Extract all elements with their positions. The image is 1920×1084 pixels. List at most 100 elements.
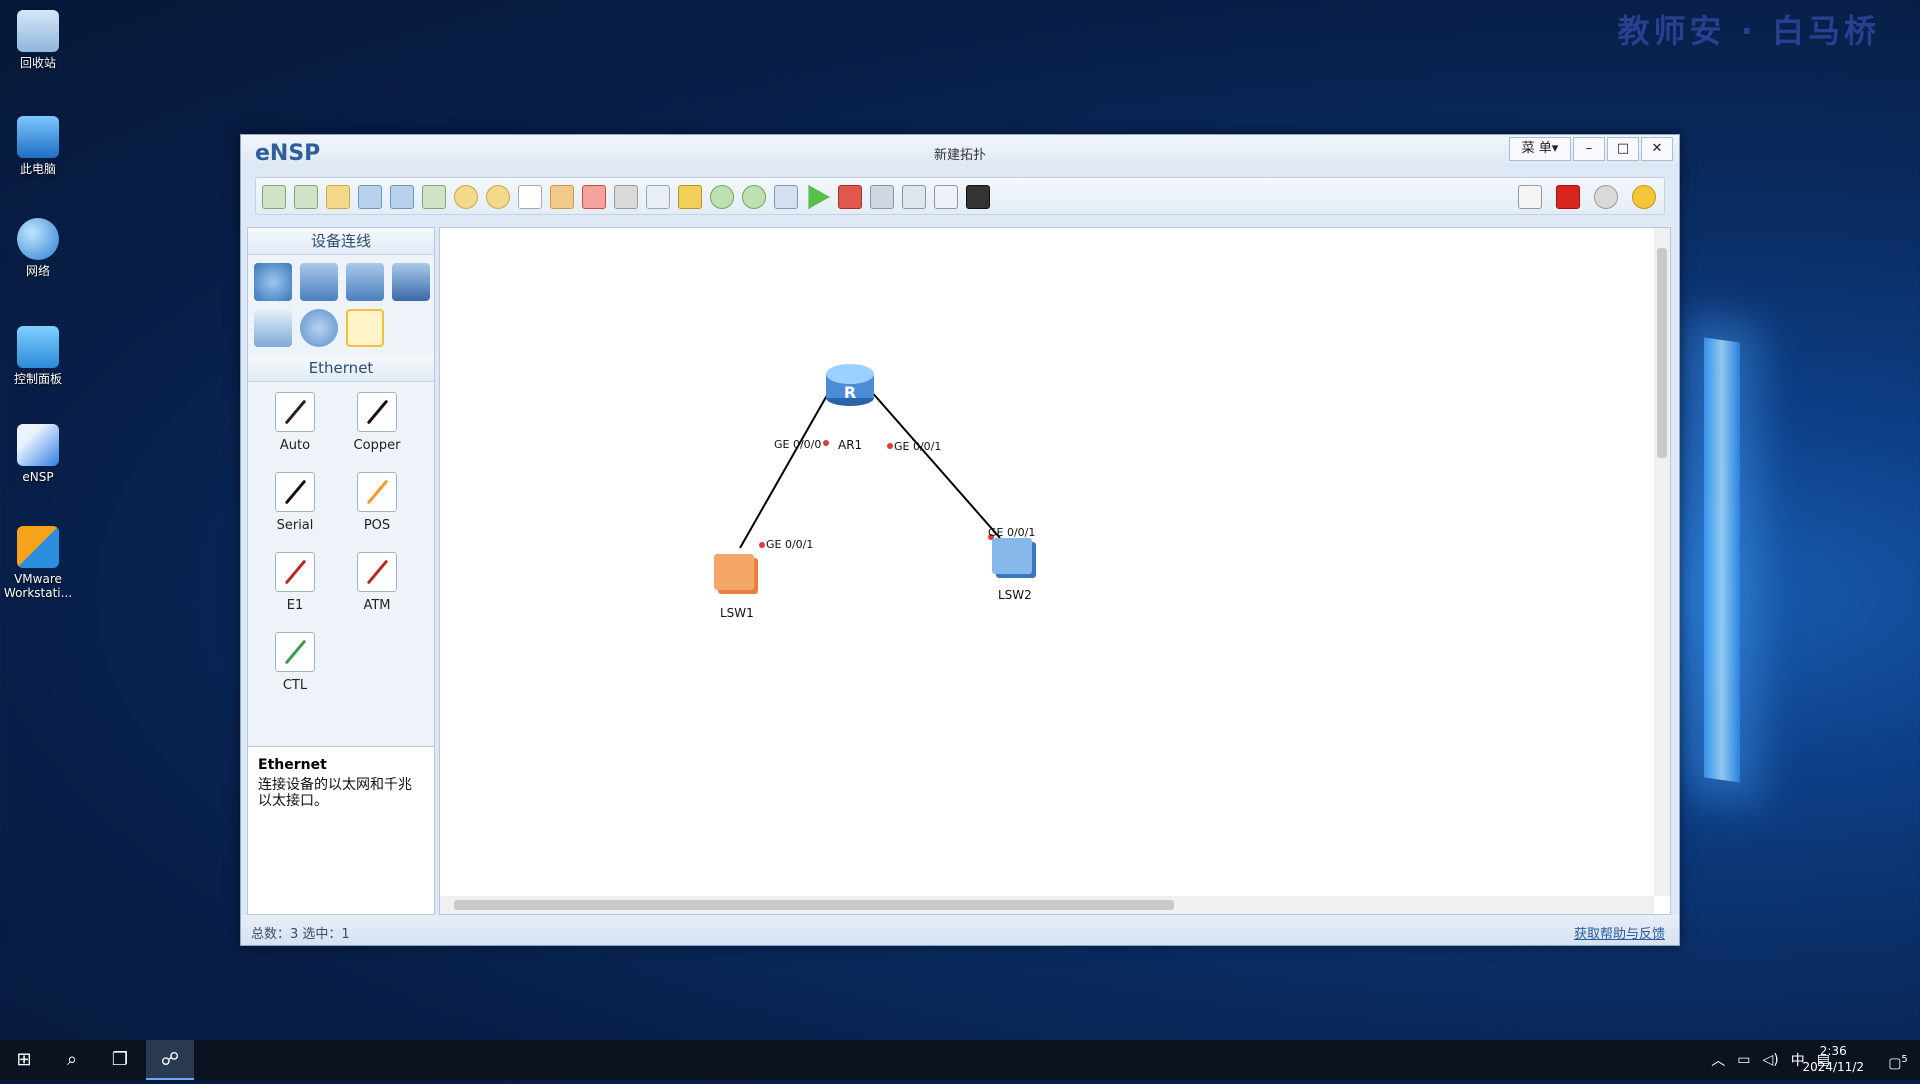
ctl-cable-icon [275,632,315,672]
description-title: Ethernet [258,757,327,773]
globe-icon [17,218,59,260]
node-label-lsw1[interactable]: LSW1 [720,606,754,620]
port-label-ar1-ge001: GE 0/0/1 [894,440,942,453]
zoom-out-icon[interactable] [742,185,766,209]
clock-time: 2:36 [1819,1044,1847,1058]
minimize-button[interactable]: – [1573,137,1605,161]
cable-option-auto[interactable]: Auto [254,388,336,468]
vertical-scroll-thumb[interactable] [1657,248,1667,458]
menu-button[interactable]: 菜 单▾ [1509,137,1571,161]
cable-option-pos[interactable]: POS [336,468,418,548]
ensp-app-icon [17,424,59,466]
link-ar1-lsw1 [739,389,831,549]
vertical-scrollbar[interactable] [1654,228,1670,896]
horizontal-scroll-thumb[interactable] [454,900,1174,910]
topology-links: R [714,364,1036,594]
text-note-icon[interactable] [646,185,670,209]
topology-icon[interactable] [902,185,926,209]
print-icon[interactable] [422,185,446,209]
cable-category-icon[interactable] [346,309,384,347]
notification-button[interactable]: ▢5 [1876,1040,1920,1080]
cable-label: ATM [363,598,391,613]
cloud-category-icon[interactable] [300,309,338,347]
zoom-in-icon[interactable] [710,185,734,209]
port-dot-lsw1-ge001 [759,542,765,548]
switch-lsw2-icon [992,538,1036,578]
panel-toggle-icon[interactable] [934,185,958,209]
network-tray-icon[interactable]: ▭ [1737,1052,1750,1068]
desktop-icon-network[interactable]: 网络 [0,218,76,278]
device-panel-header: 设备连线 [248,228,434,255]
gear-icon[interactable] [1594,185,1618,209]
window-title: 新建拓扑 [933,148,986,163]
search-button[interactable]: ⌕ [48,1040,96,1080]
ensp-taskbar-icon: ☍ [160,1049,180,1070]
chevron-up-icon[interactable]: ︿ [1711,1050,1725,1070]
horizontal-scrollbar[interactable] [440,896,1654,914]
description-text: 连接设备的以太网和千兆以太接口。 [258,777,412,809]
capture-icon[interactable] [870,185,894,209]
new-topology-icon[interactable] [262,185,286,209]
undo-icon[interactable] [454,185,478,209]
maximize-button[interactable]: □ [1607,137,1639,161]
start-button[interactable]: ⊞ [0,1040,48,1080]
switch-category-icon[interactable] [300,263,338,301]
pan-hand-icon[interactable] [550,185,574,209]
cable-label: Auto [279,438,311,453]
desktop-icon-control-panel[interactable]: 控制面板 [0,326,76,386]
delete-icon[interactable] [582,185,606,209]
cable-panel-header: Ethernet [248,355,434,382]
notification-count: 5 [1901,1054,1908,1065]
cable-option-atm[interactable]: ATM [336,548,418,628]
close-button[interactable]: ✕ [1641,137,1673,161]
new-example-icon[interactable] [294,185,318,209]
help-feedback-link[interactable]: 获取帮助与反馈 [1574,923,1665,942]
open-icon[interactable] [326,185,350,209]
start-device-icon[interactable] [808,185,830,209]
cable-option-copper[interactable]: Copper [336,388,418,468]
save-as-icon[interactable] [390,185,414,209]
node-label-lsw2[interactable]: LSW2 [998,588,1032,602]
desktop-icon-ensp[interactable]: eNSP [0,424,76,484]
delete-all-links-icon[interactable] [614,185,638,209]
desktop-icon-this-pc[interactable]: 此电脑 [0,116,76,176]
clock[interactable]: 2:36 2024/11/2 [1802,1043,1864,1075]
atm-cable-icon [357,552,397,592]
router-category-icon[interactable] [254,263,292,301]
pc-category-icon[interactable] [254,309,292,347]
help-icon[interactable] [1632,185,1656,209]
notification-icon: ▢ [1888,1055,1902,1072]
stop-device-icon[interactable] [838,185,862,209]
desktop-icon-vmware[interactable]: VMware Workstati... [0,526,76,600]
port-dot-ar1-ge000 [823,440,829,446]
cable-label: Copper [353,438,401,453]
status-bar: 总数：3 选中：1 获取帮助与反馈 [241,915,1679,945]
rectangle-icon[interactable] [678,185,702,209]
node-label-ar1[interactable]: AR1 [838,438,862,452]
cable-option-serial[interactable]: Serial [254,468,336,548]
clock-date: 2024/11/2 [1802,1060,1864,1074]
auto-cable-icon [275,392,315,432]
desktop-icon-recycle-bin[interactable]: 回收站 [0,10,76,70]
wireless-category-icon[interactable] [346,263,384,301]
title-bar[interactable]: eNSP 新建拓扑 菜 单▾ – □ ✕ [241,135,1679,167]
screenshot-icon[interactable] [966,185,990,209]
redo-icon[interactable] [486,185,510,209]
save-icon[interactable] [358,185,382,209]
firewall-category-icon[interactable] [392,263,430,301]
task-view-button[interactable]: ❐ [96,1040,144,1080]
serial-cable-icon [275,472,315,512]
taskbar-ensp-app[interactable]: ☍ [146,1040,194,1080]
fit-view-icon[interactable] [774,185,798,209]
volume-icon[interactable]: ◁) [1763,1052,1779,1068]
chat-icon[interactable] [1518,185,1542,209]
task-view-icon: ❐ [111,1049,129,1070]
topology-canvas[interactable]: R AR1 LSW1 LSW2 GE 0/0/0 GE 0/0/1 GE 0/0… [439,227,1671,915]
cable-option-e1[interactable]: E1 [254,548,336,628]
cable-option-ctl[interactable]: CTL [254,628,336,708]
select-cursor-icon[interactable] [518,185,542,209]
computer-icon [17,116,59,158]
windows-icon: ⊞ [16,1049,32,1070]
huawei-icon[interactable] [1556,185,1580,209]
ensp-window: eNSP 新建拓扑 菜 单▾ – □ ✕ 设备连线 Ethernet Auto … [240,134,1680,946]
